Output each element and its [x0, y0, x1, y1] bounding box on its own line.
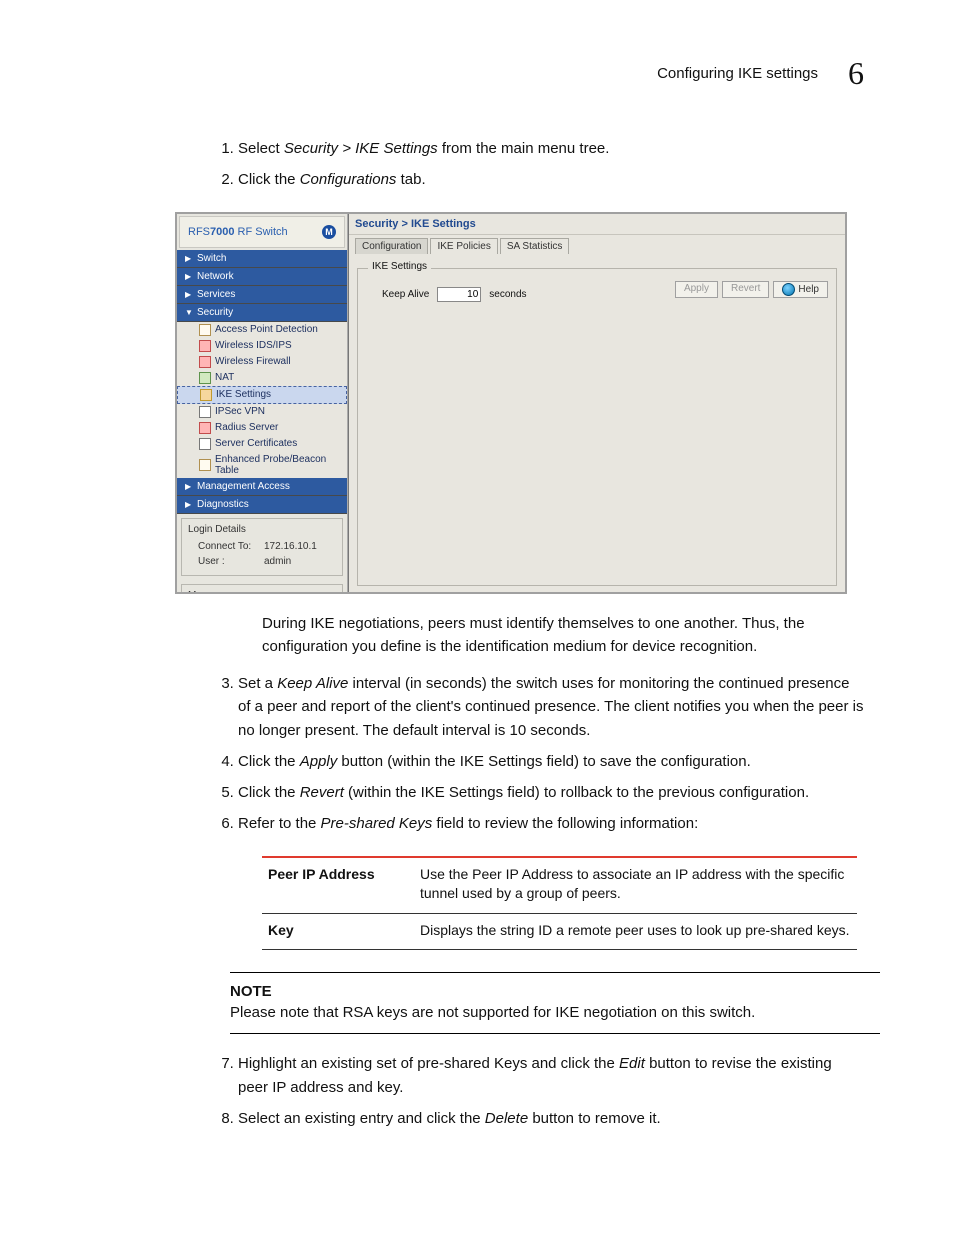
sidebar-item-network[interactable]: ▶Network — [177, 268, 347, 286]
user-value: admin — [264, 556, 291, 567]
note-body: Please note that RSA keys are not suppor… — [230, 1004, 755, 1021]
step-2: Click the Configurations tab. — [238, 168, 864, 191]
sidebar-item-nat[interactable]: NAT — [177, 370, 347, 386]
sidebar-item-security[interactable]: ▼Security — [177, 304, 347, 322]
server-icon — [199, 422, 211, 434]
note-title: NOTE — [230, 981, 880, 1002]
preshared-keys-table: Peer IP Address Use the Peer IP Address … — [262, 856, 857, 951]
message-box: Message Save Logout Refresh — [181, 584, 343, 594]
step-4: Click the Apply button (within the IKE S… — [238, 750, 864, 773]
sidebar-item-enhanced-probe-beacon[interactable]: Enhanced Probe/Beacon Table — [177, 452, 347, 478]
table-header-peer-ip: Peer IP Address — [262, 857, 414, 914]
table-cell-peer-ip-desc: Use the Peer IP Address to associate an … — [414, 857, 857, 914]
connect-to-value: 172.16.10.1 — [264, 541, 317, 552]
sidebar-item-ike-settings[interactable]: IKE Settings — [177, 386, 347, 404]
tab-ike-policies[interactable]: IKE Policies — [430, 238, 497, 254]
main-panel: Security > IKE Settings Configuration IK… — [348, 214, 845, 592]
ike-settings-fieldset: IKE Settings Keep Alive seconds Apply Re… — [357, 268, 837, 586]
vpn-icon — [199, 406, 211, 418]
doc-icon — [199, 324, 211, 336]
chevron-right-icon: ▶ — [185, 500, 193, 509]
keep-alive-input[interactable] — [437, 287, 481, 302]
sidebar-item-server-certificates[interactable]: Server Certificates — [177, 436, 347, 452]
sidebar-item-wireless-ids-ips[interactable]: Wireless IDS/IPS — [177, 338, 347, 354]
step-3: Set a Keep Alive interval (in seconds) t… — [238, 672, 864, 742]
table-cell-key-desc: Displays the string ID a remote peer use… — [414, 913, 857, 950]
step-6: Refer to the Pre-shared Keys field to re… — [238, 812, 864, 835]
tab-configuration[interactable]: Configuration — [355, 238, 428, 254]
sidebar-title: RFS7000 RF Switch M — [179, 216, 345, 248]
sidebar-item-wireless-firewall[interactable]: Wireless Firewall — [177, 354, 347, 370]
table-header-key: Key — [262, 913, 414, 950]
keep-alive-label: Keep Alive — [382, 289, 429, 300]
note-block: NOTE Please note that RSA keys are not s… — [230, 972, 880, 1034]
header-title: Configuring IKE settings — [657, 65, 818, 82]
login-details-box: Login Details Connect To:172.16.10.1 Use… — [181, 518, 343, 576]
chevron-right-icon: ▶ — [185, 272, 193, 281]
steps-list-3: Highlight an existing set of pre-shared … — [210, 1052, 864, 1130]
app-screenshot: RFS7000 RF Switch M ▶Switch ▶Network ▶Se… — [175, 212, 847, 594]
step-8: Select an existing entry and click the D… — [238, 1107, 864, 1130]
lock-icon — [200, 389, 212, 401]
steps-list-2: Set a Keep Alive interval (in seconds) t… — [210, 672, 864, 836]
step-1: Select Security > IKE Settings from the … — [238, 137, 864, 160]
paragraph-negotiations: During IKE negotiations, peers must iden… — [262, 612, 864, 659]
firewall-icon — [199, 356, 211, 368]
step-7: Highlight an existing set of pre-shared … — [238, 1052, 864, 1099]
table-icon — [199, 459, 211, 471]
sidebar-item-management-access[interactable]: ▶Management Access — [177, 478, 347, 496]
header: Configuring IKE settings 6 — [90, 55, 864, 92]
sidebar-item-radius-server[interactable]: Radius Server — [177, 420, 347, 436]
motorola-logo-icon: M — [322, 225, 336, 239]
fieldset-legend: IKE Settings — [368, 261, 431, 272]
sidebar-item-switch[interactable]: ▶Switch — [177, 250, 347, 268]
sidebar-item-ipsec-vpn[interactable]: IPSec VPN — [177, 404, 347, 420]
shield-icon — [199, 340, 211, 352]
apply-button[interactable]: Apply — [675, 281, 718, 298]
nat-icon — [199, 372, 211, 384]
tab-sa-statistics[interactable]: SA Statistics — [500, 238, 570, 254]
chevron-right-icon: ▶ — [185, 482, 193, 491]
steps-list-1: Select Security > IKE Settings from the … — [210, 137, 864, 192]
sidebar-item-access-point-detection[interactable]: Access Point Detection — [177, 322, 347, 338]
revert-button[interactable]: Revert — [722, 281, 769, 298]
sidebar-nav: ▶Switch ▶Network ▶Services ▼Security Acc… — [177, 250, 347, 514]
chapter-number: 6 — [848, 55, 864, 92]
step-5: Click the Revert (within the IKE Setting… — [238, 781, 864, 804]
help-icon — [782, 283, 795, 296]
chevron-right-icon: ▶ — [185, 290, 193, 299]
help-button[interactable]: Help — [773, 281, 828, 298]
breadcrumb: Security > IKE Settings — [349, 214, 845, 235]
keep-alive-unit: seconds — [489, 289, 526, 300]
sidebar: RFS7000 RF Switch M ▶Switch ▶Network ▶Se… — [177, 214, 348, 592]
certificate-icon — [199, 438, 211, 450]
tab-bar: Configuration IKE Policies SA Statistics — [349, 235, 845, 254]
sidebar-item-diagnostics[interactable]: ▶Diagnostics — [177, 496, 347, 514]
chevron-down-icon: ▼ — [185, 308, 193, 317]
chevron-right-icon: ▶ — [185, 254, 193, 263]
sidebar-item-services[interactable]: ▶Services — [177, 286, 347, 304]
